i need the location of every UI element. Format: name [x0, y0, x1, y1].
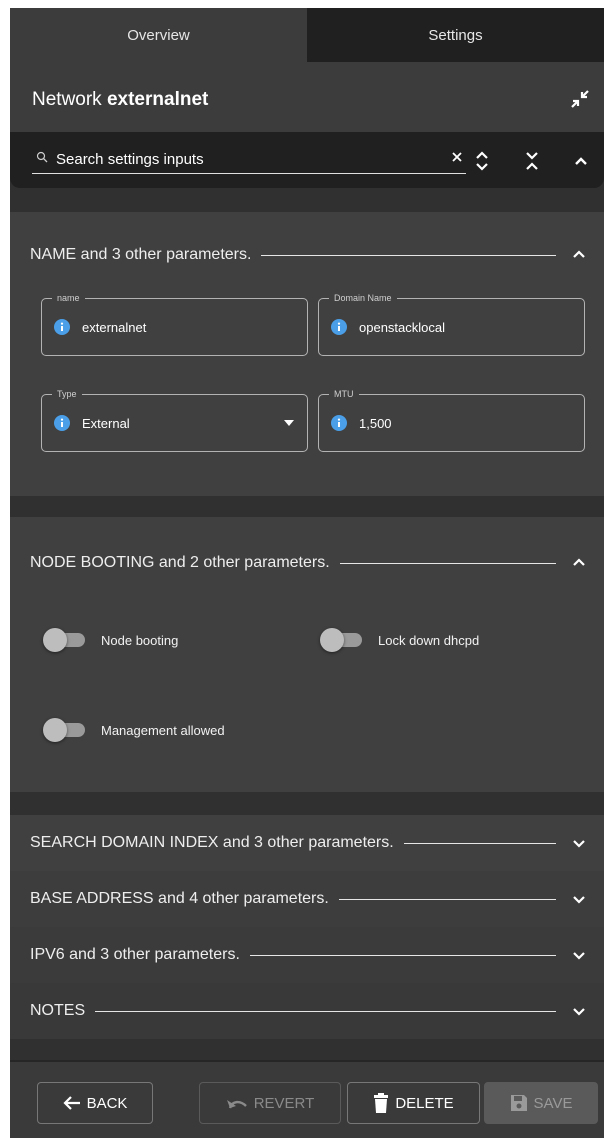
section-title: SEARCH DOMAIN INDEX and 3 other paramete… [30, 834, 394, 851]
field-label: Type [52, 388, 82, 400]
section-header[interactable]: IPV6 and 3 other parameters. [30, 943, 588, 967]
section-header[interactable]: NAME and 3 other parameters. [30, 243, 588, 267]
delete-button[interactable]: DELETE [347, 1082, 480, 1124]
name-field[interactable]: name externalnet [41, 292, 308, 356]
field-value: externalnet [82, 320, 147, 335]
save-label: SAVE [533, 1094, 573, 1112]
section-header[interactable]: SEARCH DOMAIN INDEX and 3 other paramete… [30, 831, 588, 855]
collapse-icon[interactable] [568, 87, 592, 111]
network-header: Network externalnet [10, 62, 604, 132]
info-icon [54, 415, 70, 431]
revert-label: REVERT [253, 1094, 315, 1112]
action-footer: BACK REVERT DELETE SAVE [10, 1060, 604, 1138]
divider [261, 254, 556, 256]
lock-down-dhcpd-toggle[interactable]: Lock down dhcpd [320, 628, 480, 652]
page-title: Network externalnet [32, 89, 208, 111]
section-name: NAME and 3 other parameters. name extern… [10, 212, 604, 496]
save-button[interactable]: SAVE [484, 1082, 598, 1124]
toggle-knob [43, 718, 67, 742]
toggle-knob [320, 628, 344, 652]
divider [338, 898, 556, 900]
dropdown-arrow-icon[interactable] [283, 419, 295, 427]
info-icon [331, 319, 347, 335]
management-allowed-toggle[interactable]: Management allowed [43, 718, 225, 742]
info-icon [331, 415, 347, 431]
toggle-label: Management allowed [101, 722, 225, 738]
section-node-booting: NODE BOOTING and 2 other parameters. Nod… [10, 517, 604, 792]
section-title: NAME and 3 other parameters. [30, 246, 252, 263]
chevron-up-icon[interactable] [570, 554, 588, 572]
field-label: name [52, 292, 85, 304]
trash-icon [374, 1093, 389, 1113]
domain-name-field[interactable]: Domain Name openstacklocal [318, 292, 585, 356]
expand-all-icon[interactable] [472, 149, 492, 173]
search-field [32, 146, 466, 174]
section-search-domain-index: SEARCH DOMAIN INDEX and 3 other paramete… [10, 815, 604, 871]
settings-panel: Overview Settings Network externalnet Se… [10, 8, 604, 1138]
close-icon[interactable] [450, 150, 464, 164]
title-prefix: Network [32, 89, 102, 110]
delete-label: DELETE [395, 1094, 454, 1112]
toggle-track [43, 628, 85, 652]
divider [339, 562, 556, 564]
arrow-left-icon [63, 1096, 80, 1110]
section-notes: NOTES [10, 983, 604, 1039]
revert-button[interactable]: REVERT [199, 1082, 341, 1124]
section-title: NOTES [30, 1002, 86, 1019]
chevron-up-icon[interactable] [570, 246, 588, 264]
field-value: openstacklocal [359, 320, 445, 335]
divider [95, 1010, 556, 1012]
floppy-disk-icon [510, 1095, 527, 1111]
divider [403, 842, 556, 844]
chevron-down-icon[interactable] [570, 1002, 588, 1020]
divider [249, 954, 556, 956]
toggle-track [43, 718, 85, 742]
toggle-label: Node booting [101, 632, 179, 648]
network-name: externalnet [106, 89, 209, 110]
toggle-knob [43, 628, 67, 652]
section-title: NODE BOOTING and 2 other parameters. [30, 554, 330, 571]
section-ipv6: IPV6 and 3 other parameters. [10, 927, 604, 983]
section-title: BASE ADDRESS and 4 other parameters. [30, 890, 329, 907]
collapse-all-icon[interactable] [522, 149, 542, 173]
mtu-field[interactable]: MTU 1,500 [318, 388, 585, 452]
info-icon [54, 319, 70, 335]
field-label: Domain Name [329, 292, 397, 304]
node-booting-toggle[interactable]: Node booting [43, 628, 179, 652]
section-header[interactable]: NODE BOOTING and 2 other parameters. [30, 551, 588, 575]
field-value: 1,500 [359, 416, 392, 431]
toggle-track [320, 628, 362, 652]
section-header[interactable]: NOTES [30, 999, 588, 1023]
chevron-down-icon[interactable] [570, 946, 588, 964]
back-label: BACK [86, 1094, 128, 1112]
tab-settings[interactable]: Settings [307, 8, 604, 62]
section-header[interactable]: BASE ADDRESS and 4 other parameters. [30, 887, 588, 911]
tab-overview[interactable]: Overview [10, 8, 307, 62]
search-input[interactable] [56, 148, 416, 170]
section-base-address: BASE ADDRESS and 4 other parameters. [10, 871, 604, 927]
type-select[interactable]: Type External [41, 388, 308, 452]
section-title: IPV6 and 3 other parameters. [30, 946, 240, 963]
field-value: External [82, 416, 130, 431]
chevron-down-icon[interactable] [570, 834, 588, 852]
chevron-down-icon[interactable] [570, 890, 588, 908]
search-bar [10, 132, 604, 188]
field-label: MTU [329, 388, 359, 400]
chevron-up-icon[interactable] [571, 149, 591, 173]
toggle-label: Lock down dhcpd [378, 632, 480, 648]
back-button[interactable]: BACK [37, 1082, 153, 1124]
tab-bar: Overview Settings [10, 8, 604, 62]
undo-icon [226, 1100, 247, 1109]
search-icon [36, 151, 48, 163]
